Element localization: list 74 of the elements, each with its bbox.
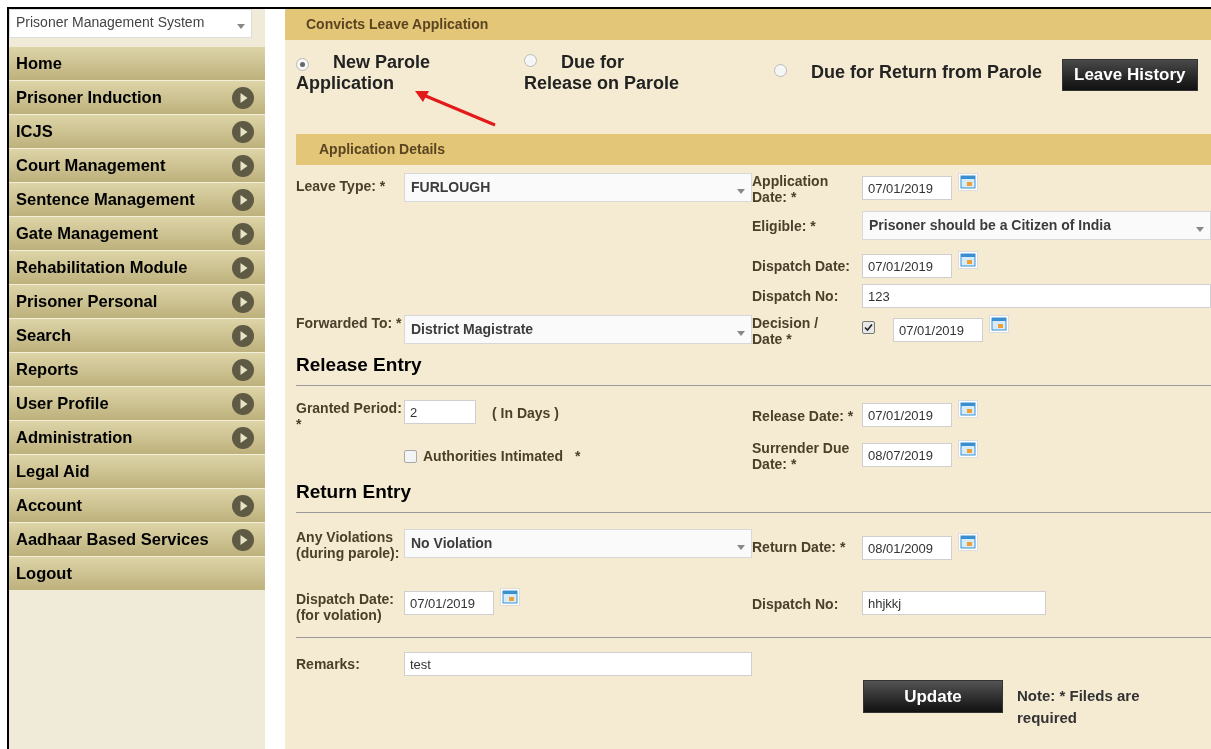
header-bar: Convicts Leave Application bbox=[285, 9, 1211, 40]
note-text: Note: * Fileds are required bbox=[1017, 686, 1141, 728]
checkbox[interactable] bbox=[862, 321, 875, 334]
dropdown[interactable]: FURLOUGH bbox=[404, 173, 752, 202]
sidebar-item[interactable]: Legal Aid bbox=[9, 455, 265, 489]
date-field[interactable]: 07/01/2019 bbox=[862, 176, 952, 200]
sidebar-item[interactable]: Gate Management bbox=[9, 217, 265, 251]
sidebar-item[interactable]: Home bbox=[9, 47, 265, 81]
text-field[interactable]: 2 bbox=[404, 400, 476, 424]
sidebar-item[interactable]: Prisoner Personal bbox=[9, 285, 265, 319]
sidebar-item[interactable]: Reports bbox=[9, 353, 265, 387]
date-field[interactable]: 07/01/2019 bbox=[893, 318, 983, 342]
sidebar-item[interactable]: Aadhaar Based Services bbox=[9, 523, 265, 557]
calendar-icon[interactable] bbox=[958, 440, 978, 458]
checkbox[interactable] bbox=[404, 450, 417, 463]
radio-option[interactable]: Due for Return from Parole bbox=[774, 62, 1043, 83]
leave-history-button[interactable]: Leave History bbox=[1062, 59, 1198, 91]
field-label: Leave Type: * bbox=[296, 177, 387, 194]
caret-icon bbox=[237, 24, 245, 29]
caret-icon bbox=[737, 189, 745, 194]
field-label: Remarks: bbox=[296, 655, 361, 672]
calendar-icon[interactable] bbox=[500, 588, 520, 606]
date-field[interactable]: 07/01/2019 bbox=[862, 403, 952, 427]
sidebar-item[interactable]: Prisoner Induction bbox=[9, 81, 265, 115]
update-button[interactable]: Update bbox=[863, 680, 1003, 713]
field-label: Forwarded To: * bbox=[296, 315, 402, 331]
sidebar-item[interactable]: Sentence Management bbox=[9, 183, 265, 217]
sidebar-item[interactable]: Search bbox=[9, 319, 265, 353]
caret-icon bbox=[737, 545, 745, 550]
checkbox-label: Authorities Intimated bbox=[423, 447, 563, 466]
field-label: Any Violations (during parole): bbox=[296, 529, 401, 561]
dropdown[interactable]: Prisoner should be a Citizen of India bbox=[862, 211, 1211, 240]
system-dropdown[interactable]: Prisoner Management System bbox=[9, 9, 252, 38]
caret-icon bbox=[1196, 227, 1204, 232]
field-label: Dispatch Date: bbox=[752, 257, 852, 274]
sidebar-item[interactable]: Court Management bbox=[9, 149, 265, 183]
required-mark: * bbox=[575, 447, 581, 466]
sidebar-item[interactable]: Account bbox=[9, 489, 265, 523]
field-label: Surrender Due Date: * bbox=[752, 440, 851, 472]
dropdown[interactable]: No Violation bbox=[404, 529, 752, 558]
sidebar-item[interactable]: ICJS bbox=[9, 115, 265, 149]
section-header: Application Details bbox=[296, 134, 1211, 165]
calendar-icon[interactable] bbox=[958, 400, 978, 418]
field-label: Eligible: * bbox=[752, 217, 817, 234]
calendar-icon[interactable] bbox=[958, 173, 978, 191]
date-field[interactable]: 08/07/2019 bbox=[862, 443, 952, 467]
date-field[interactable]: 07/01/2019 bbox=[404, 591, 494, 615]
radio-option[interactable]: New Parole Application bbox=[296, 52, 456, 94]
sidebar-item[interactable]: Rehabilitation Module bbox=[9, 251, 265, 285]
sidebar-item[interactable]: Logout bbox=[9, 557, 265, 591]
caret-icon bbox=[737, 331, 745, 336]
date-field[interactable]: 07/01/2019 bbox=[862, 254, 952, 278]
dropdown[interactable]: District Magistrate bbox=[404, 315, 752, 344]
field-label: Decision / Date * bbox=[752, 315, 820, 347]
radio-option[interactable]: Due for Release on Parole bbox=[524, 52, 684, 94]
field-label: Granted Period: * bbox=[296, 400, 402, 432]
date-field[interactable]: 08/01/2009 bbox=[862, 536, 952, 560]
sidebar-item[interactable]: User Profile bbox=[9, 387, 265, 421]
field-label: Release Date: * bbox=[752, 407, 855, 424]
calendar-icon[interactable] bbox=[958, 251, 978, 269]
sidebar-item[interactable]: Administration bbox=[9, 421, 265, 455]
text-field[interactable]: hhjkkj bbox=[862, 591, 1046, 615]
field-label: Dispatch No: bbox=[752, 287, 840, 304]
field-label: Return Date: * bbox=[752, 538, 847, 555]
section-title: Release Entry bbox=[296, 353, 423, 377]
section-title: Return Entry bbox=[296, 480, 413, 504]
calendar-icon[interactable] bbox=[958, 533, 978, 551]
field-label: Dispatch No: bbox=[752, 595, 840, 612]
field-label: Dispatch Date: (for volation) bbox=[296, 591, 396, 623]
text-field[interactable]: 123 bbox=[862, 284, 1211, 308]
unit-label: ( In Days ) bbox=[492, 404, 559, 423]
field-label: Application Date: * bbox=[752, 173, 830, 205]
calendar-icon[interactable] bbox=[989, 315, 1009, 333]
text-field[interactable]: test bbox=[404, 652, 752, 676]
